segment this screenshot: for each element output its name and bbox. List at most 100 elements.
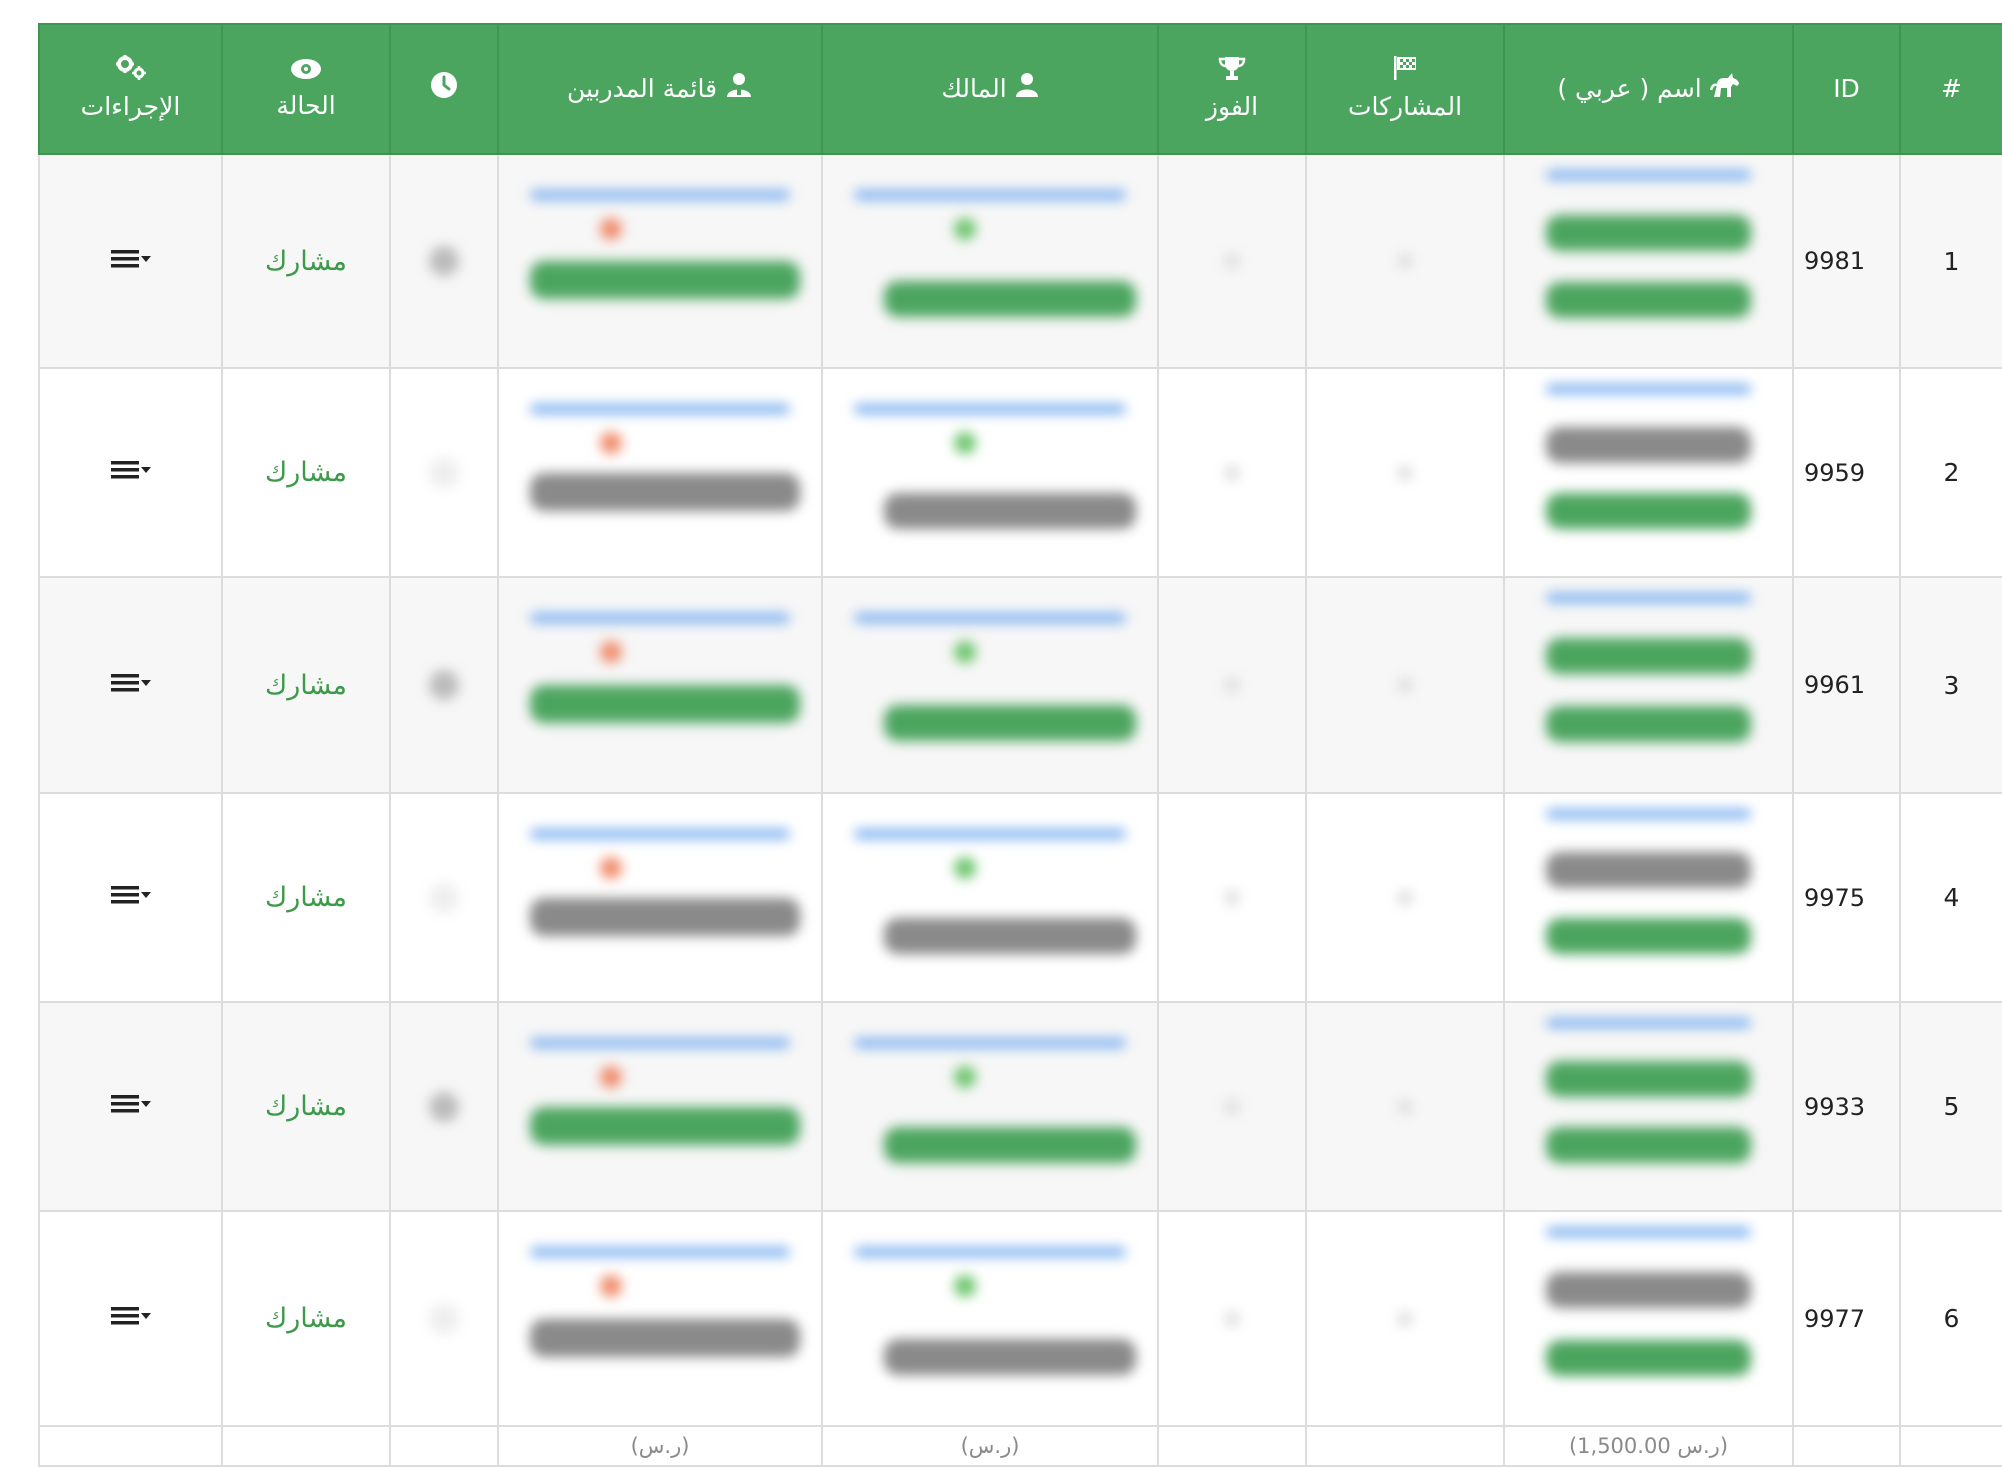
row-actions-menu[interactable]	[110, 1305, 151, 1327]
row-status: مشارك	[221, 1001, 391, 1212]
row-actions-menu[interactable]	[110, 1093, 151, 1115]
hamburger-icon	[110, 1305, 139, 1327]
header-time[interactable]	[389, 23, 499, 155]
row-name-cell	[1503, 576, 1794, 794]
blurred-time	[429, 882, 459, 913]
row-name-cell	[1503, 1210, 1794, 1427]
blurred-time	[429, 670, 459, 700]
caret-down-icon	[140, 255, 151, 263]
row-actions-menu[interactable]	[110, 248, 151, 270]
row-num: 1	[1899, 153, 2002, 369]
row-status: مشارك	[221, 1210, 391, 1427]
table-row: مشارك 9975 4	[38, 792, 2002, 1003]
header-num-label: #	[1941, 74, 1962, 103]
row-entries-cell	[1305, 576, 1505, 794]
row-entries-cell	[1305, 792, 1505, 1003]
blurred-name	[1506, 1213, 1791, 1424]
row-num: 2	[1899, 367, 2002, 578]
caret-down-icon	[140, 1312, 151, 1320]
blurred-entries	[1398, 1311, 1412, 1326]
row-owner-cell	[821, 1001, 1159, 1212]
header-wins[interactable]: الفوز	[1157, 23, 1307, 155]
row-num: 4	[1899, 792, 2002, 1003]
row-owner-cell	[821, 367, 1159, 578]
blurred-name	[1506, 156, 1791, 366]
row-actions-cell	[38, 153, 223, 369]
status-text: مشارك	[264, 1303, 348, 1334]
row-actions-cell	[38, 367, 223, 578]
header-trainers[interactable]: قائمة المدربين	[497, 23, 823, 155]
caret-down-icon	[140, 679, 151, 687]
header-id[interactable]: ID	[1792, 23, 1901, 155]
horses-table-container: الإجراءات الحالة قائمة المدربين المالك ا…	[38, 23, 2002, 1467]
blurred-name	[1506, 1004, 1791, 1209]
row-time-cell	[389, 792, 499, 1003]
status-text: مشارك	[264, 457, 348, 488]
row-name-cell	[1503, 367, 1794, 578]
caret-down-icon	[140, 1100, 151, 1108]
blurred-time	[429, 1091, 459, 1122]
horses-table: الإجراءات الحالة قائمة المدربين المالك ا…	[38, 23, 2002, 1467]
header-owner-label: المالك	[941, 74, 1007, 104]
table-row: مشارك 9981 1	[38, 153, 2002, 369]
row-actions-menu[interactable]	[110, 672, 151, 694]
row-id: 9959	[1792, 367, 1901, 578]
blurred-owner	[824, 156, 1156, 366]
row-name-cell	[1503, 1001, 1794, 1212]
row-num: 3	[1899, 576, 2002, 794]
header-status[interactable]: الحالة	[221, 23, 391, 155]
header-id-label: ID	[1833, 74, 1860, 103]
row-entries-cell	[1305, 153, 1505, 369]
header-name-label: اسم ( عربي )	[1557, 74, 1702, 103]
status-text: مشارك	[264, 882, 348, 913]
row-actions-cell	[38, 1210, 223, 1427]
row-time-cell	[389, 367, 499, 578]
blurred-wins	[1225, 254, 1239, 268]
blurred-trainers	[500, 156, 820, 366]
blurred-owner	[824, 795, 1156, 1000]
checkered-flag-icon	[1308, 55, 1502, 90]
blurred-time	[429, 246, 459, 276]
header-status-label: الحالة	[276, 91, 336, 120]
blurred-owner	[824, 1213, 1156, 1424]
blurred-wins	[1225, 465, 1239, 480]
row-time-cell	[389, 1210, 499, 1427]
row-trainers-cell	[497, 792, 823, 1003]
table-row: مشارك 9961 3	[38, 576, 2002, 794]
row-owner-cell	[821, 1210, 1159, 1427]
header-name[interactable]: اسم ( عربي )	[1503, 23, 1794, 155]
blurred-time	[429, 457, 459, 488]
row-num: 5	[1899, 1001, 2002, 1212]
row-wins-cell	[1157, 367, 1307, 578]
row-actions-menu[interactable]	[110, 884, 151, 906]
row-status: مشارك	[221, 367, 391, 578]
header-entries-label: المشاركات	[1347, 91, 1463, 121]
row-id: 9933	[1792, 1001, 1901, 1212]
row-name-cell	[1503, 153, 1794, 369]
row-status: مشارك	[221, 792, 391, 1003]
row-entries-cell	[1305, 1001, 1505, 1212]
row-actions-cell	[38, 792, 223, 1003]
table-footer-row: (ر.س) (ر.س) (1,500.00 ر.س)	[38, 1426, 2002, 1467]
blurred-entries	[1398, 678, 1412, 692]
trainers-price: (ر.س)	[497, 1426, 823, 1467]
row-wins-cell	[1157, 792, 1307, 1003]
blurred-wins	[1225, 1099, 1239, 1114]
status-text: مشارك	[264, 245, 348, 277]
header-num[interactable]: #	[1899, 23, 2002, 155]
eye-icon	[224, 55, 388, 89]
blurred-wins	[1225, 890, 1239, 905]
header-owner[interactable]: المالك	[821, 23, 1159, 155]
header-trainers-label: قائمة المدربين	[566, 74, 718, 104]
blurred-trainers	[500, 1213, 820, 1424]
horse-icon	[1709, 71, 1740, 108]
header-actions[interactable]: الإجراءات	[38, 23, 223, 155]
caret-down-icon	[140, 466, 151, 474]
header-entries[interactable]: المشاركات	[1305, 23, 1505, 155]
row-status: مشارك	[221, 153, 391, 369]
hamburger-icon	[110, 1093, 139, 1115]
row-actions-menu[interactable]	[110, 459, 151, 481]
row-entries-cell	[1305, 1210, 1505, 1427]
row-owner-cell	[821, 792, 1159, 1003]
row-owner-cell	[821, 576, 1159, 794]
